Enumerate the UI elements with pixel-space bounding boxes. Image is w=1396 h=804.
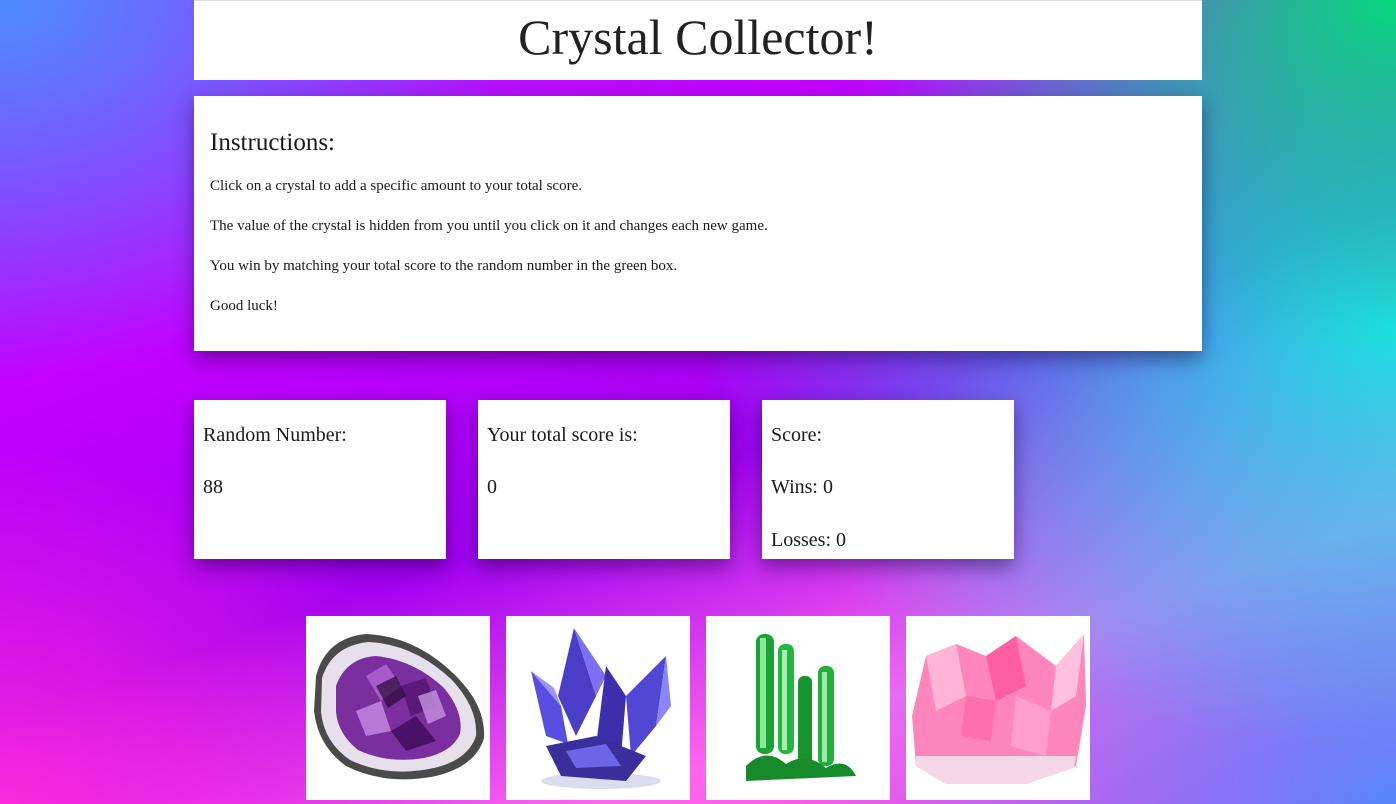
instruction-line: Click on a crystal to add a specific amo… [210,178,582,194]
crystal-button-blue-violet[interactable] [506,616,690,800]
score-box: Score: Wins: 0 Losses: 0 [762,400,1014,559]
green-crystal-icon [746,634,856,781]
crystal-button-pink[interactable] [906,616,1090,800]
title-bar: Crystal Collector! [194,0,1202,80]
total-score-label: Your total score is: [487,424,638,446]
crystal-button-green[interactable] [706,616,890,800]
pink-crystal-icon [912,634,1086,784]
instructions-panel: Instructions: Click on a crystal to add … [194,96,1202,351]
instruction-line: Good luck! [210,298,278,314]
instructions-heading: Instructions: [210,129,335,156]
instruction-line: The value of the crystal is hidden from … [210,218,768,234]
crystal-button-amethyst[interactable] [306,616,490,800]
losses-count: Losses: 0 [771,529,846,551]
random-number-label: Random Number: [203,424,347,446]
wins-count: Wins: 0 [771,476,833,498]
total-score-box: Your total score is: 0 [478,400,730,559]
score-label: Score: [771,424,823,446]
random-number-value: 88 [203,476,223,498]
total-score-value: 0 [487,476,497,498]
random-number-box: Random Number: 88 [194,400,446,559]
page-title: Crystal Collector! [518,9,878,65]
blue-violet-crystal-icon [531,628,671,789]
amethyst-geode-icon [314,634,485,780]
instruction-line: You win by matching your total score to … [210,258,678,274]
